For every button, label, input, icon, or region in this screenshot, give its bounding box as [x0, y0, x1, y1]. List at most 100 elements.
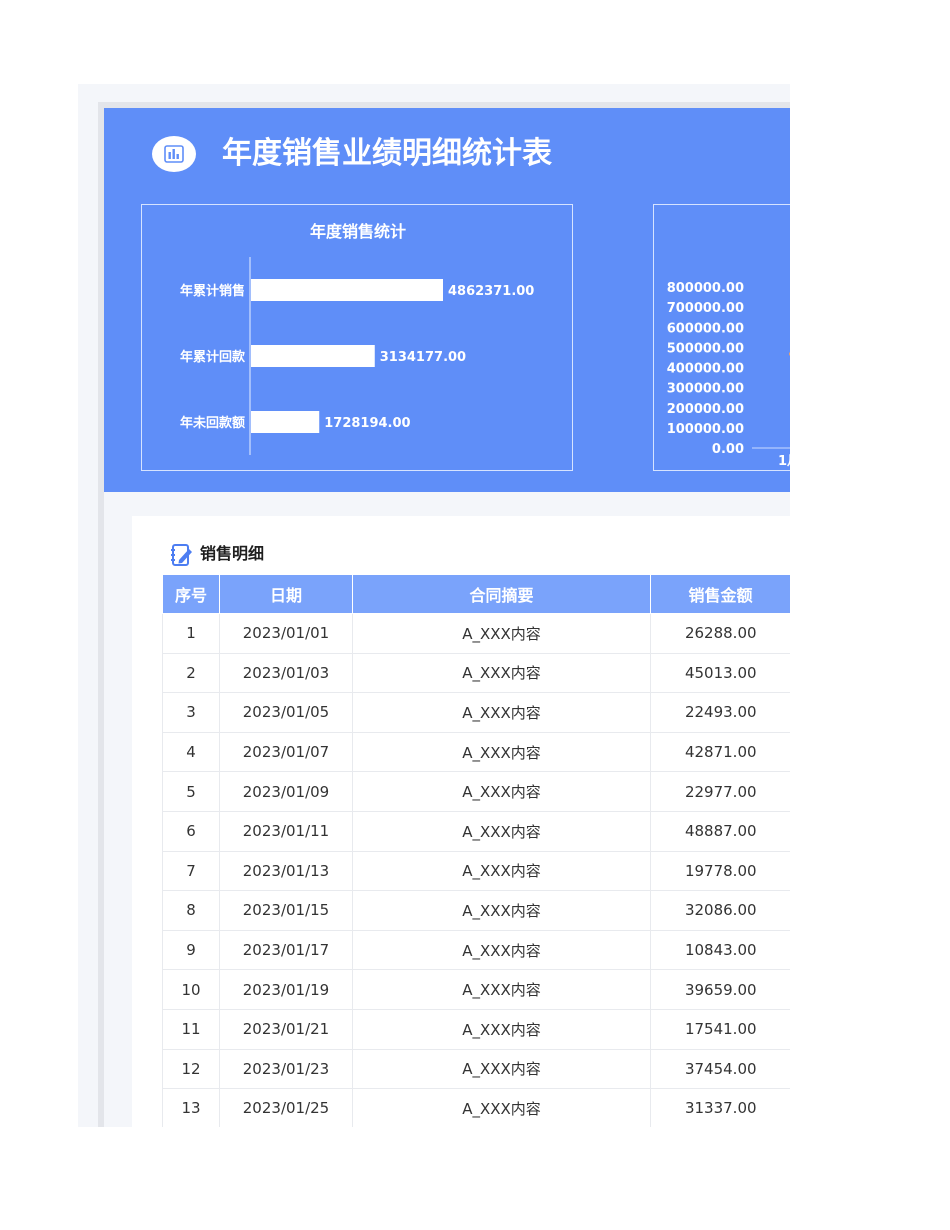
cell-summary: A_XXX内容: [352, 890, 651, 931]
annual-sales-chart: 年度销售统计年累计销售 4862371.00 年累计回款 3134177.00 年未回款…: [141, 204, 573, 471]
cell-summary: A_XXX内容: [352, 732, 651, 773]
y-tick-label: 600000.00: [667, 321, 744, 336]
monthly-trend-chart-svg: 800000.00 700000.00 600000.00 500000.00 4000…: [667, 281, 790, 469]
table-row: 7 2023/01/13 A_XXX内容 19778.00: [162, 851, 790, 892]
cell-date: 2023/01/19: [219, 969, 353, 1010]
cell-date: 2023/01/21: [219, 1009, 353, 1050]
cell-amount: 22493.00: [650, 692, 790, 733]
cell-summary: A_XXX内容: [352, 692, 651, 733]
cell-amount: 45013.00: [650, 653, 790, 694]
report-page: 年度销售业绩明细统计表 年度销售统计年累计销售 4862371.00 年累计回款 31…: [78, 84, 790, 1127]
cell-summary: A_XXX内容: [352, 1009, 651, 1050]
cell-amount: 39659.00: [650, 969, 790, 1010]
cell-date: 2023/01/01: [219, 613, 353, 654]
category-label: 年未回款额: [180, 415, 245, 431]
table-row: 6 2023/01/11 A_XXX内容 48887.00: [162, 811, 790, 852]
column-header: 合同摘要: [352, 574, 651, 614]
cell-index: 7: [162, 851, 220, 892]
cell-index: 13: [162, 1088, 220, 1127]
table-row: 13 2023/01/25 A_XXX内容 31337.00: [162, 1088, 790, 1127]
sales-table: 序号 日期 合同摘要 销售金额 1 2023/01/01 A_XXX内容 26288.…: [162, 574, 790, 1127]
cell-date: 2023/01/17: [219, 930, 353, 971]
cell-index: 11: [162, 1009, 220, 1050]
table-row: 4 2023/01/07 A_XXX内容 42871.00: [162, 732, 790, 773]
y-tick-label: 200000.00: [667, 402, 744, 417]
cell-index: 10: [162, 969, 220, 1010]
cell-amount: 37454.00: [650, 1049, 790, 1090]
cell-summary: A_XXX内容: [352, 613, 651, 654]
cell-date: 2023/01/11: [219, 811, 353, 852]
cell-summary: A_XXX内容: [352, 653, 651, 694]
table-row: 2 2023/01/03 A_XXX内容 45013.00: [162, 653, 790, 694]
cell-amount: 31337.00: [650, 1088, 790, 1127]
y-tick-label: 400000.00: [667, 362, 744, 377]
cell-index: 1: [162, 613, 220, 654]
notebook-edit-icon: [170, 543, 194, 571]
category-label: 年累计销售: [180, 283, 245, 299]
sales-detail-card: 销售明细 序号 日期 合同摘要 销售金额 1 2023/01/01 A_XXX内容 2…: [132, 516, 790, 1127]
bar: [251, 411, 320, 433]
cell-date: 2023/01/07: [219, 732, 353, 773]
cell-index: 8: [162, 890, 220, 931]
table-row: 11 2023/01/21 A_XXX内容 17541.00: [162, 1009, 790, 1050]
table-header-row: 序号 日期 合同摘要 销售金额: [162, 574, 790, 614]
cell-summary: A_XXX内容: [352, 1088, 651, 1127]
cell-index: 9: [162, 930, 220, 971]
y-tick-label: 700000.00: [667, 301, 744, 316]
cell-summary: A_XXX内容: [352, 969, 651, 1010]
table-row: 10 2023/01/19 A_XXX内容 39659.00: [162, 969, 790, 1010]
cell-amount: 22977.00: [650, 771, 790, 812]
y-tick-label: 0.00: [712, 442, 744, 457]
column-header: 日期: [219, 574, 353, 614]
cell-date: 2023/01/13: [219, 851, 353, 892]
cell-date: 2023/01/15: [219, 890, 353, 931]
table-row: 5 2023/01/09 A_XXX内容 22977.00: [162, 771, 790, 812]
cell-amount: 32086.00: [650, 890, 790, 931]
cell-index: 5: [162, 771, 220, 812]
column-header: 销售金额: [650, 574, 790, 614]
cell-amount: 42871.00: [650, 732, 790, 773]
cell-index: 2: [162, 653, 220, 694]
chart-title: 年度销售统计: [310, 222, 406, 241]
cell-date: 2023/01/23: [219, 1049, 353, 1090]
cell-summary: A_XXX内容: [352, 771, 651, 812]
table-row: 9 2023/01/17 A_XXX内容 10843.00: [162, 930, 790, 971]
data-label: 4862371.00: [448, 284, 534, 299]
cell-date: 2023/01/25: [219, 1088, 353, 1127]
cell-summary: A_XXX内容: [352, 930, 651, 971]
annual-sales-chart-svg: 年度销售统计年累计销售 4862371.00 年累计回款 3134177.00 年未回款…: [180, 222, 534, 455]
data-label: 1728194.00: [324, 416, 410, 431]
cell-index: 12: [162, 1049, 220, 1090]
cell-date: 2023/01/03: [219, 653, 353, 694]
cell-summary: A_XXX内容: [352, 1049, 651, 1090]
data-label: 3134177.00: [380, 350, 466, 365]
cell-date: 2023/01/05: [219, 692, 353, 733]
x-tick-label: 1月: [778, 454, 790, 469]
table-row: 1 2023/01/01 A_XXX内容 26288.00: [162, 613, 790, 654]
section-title: 销售明细: [200, 544, 265, 563]
monthly-trend-chart: 800000.00 700000.00 600000.00 500000.00 4000…: [653, 204, 790, 471]
bar: [251, 345, 375, 367]
y-tick-label: 800000.00: [667, 281, 744, 296]
column-header: 序号: [162, 574, 220, 614]
data-point: [789, 352, 790, 356]
table-row: 12 2023/01/23 A_XXX内容 37454.00: [162, 1049, 790, 1090]
table-row: 8 2023/01/15 A_XXX内容 32086.00: [162, 890, 790, 931]
bar-chart-icon: [152, 136, 196, 172]
table-row: 3 2023/01/05 A_XXX内容 22493.00: [162, 692, 790, 733]
category-label: 年累计回款: [180, 349, 246, 365]
cell-index: 6: [162, 811, 220, 852]
cell-amount: 48887.00: [650, 811, 790, 852]
y-tick-label: 300000.00: [667, 382, 744, 397]
bar: [251, 279, 443, 301]
cell-amount: 26288.00: [650, 613, 790, 654]
page-title: 年度销售业绩明细统计表: [222, 136, 552, 171]
header-panel: 年度销售业绩明细统计表 年度销售统计年累计销售 4862371.00 年累计回款 31…: [104, 108, 790, 492]
cell-date: 2023/01/09: [219, 771, 353, 812]
cell-amount: 19778.00: [650, 851, 790, 892]
cell-index: 4: [162, 732, 220, 773]
cell-amount: 17541.00: [650, 1009, 790, 1050]
cell-amount: 10843.00: [650, 930, 790, 971]
y-tick-label: 100000.00: [667, 422, 744, 437]
y-tick-label: 500000.00: [667, 341, 744, 356]
